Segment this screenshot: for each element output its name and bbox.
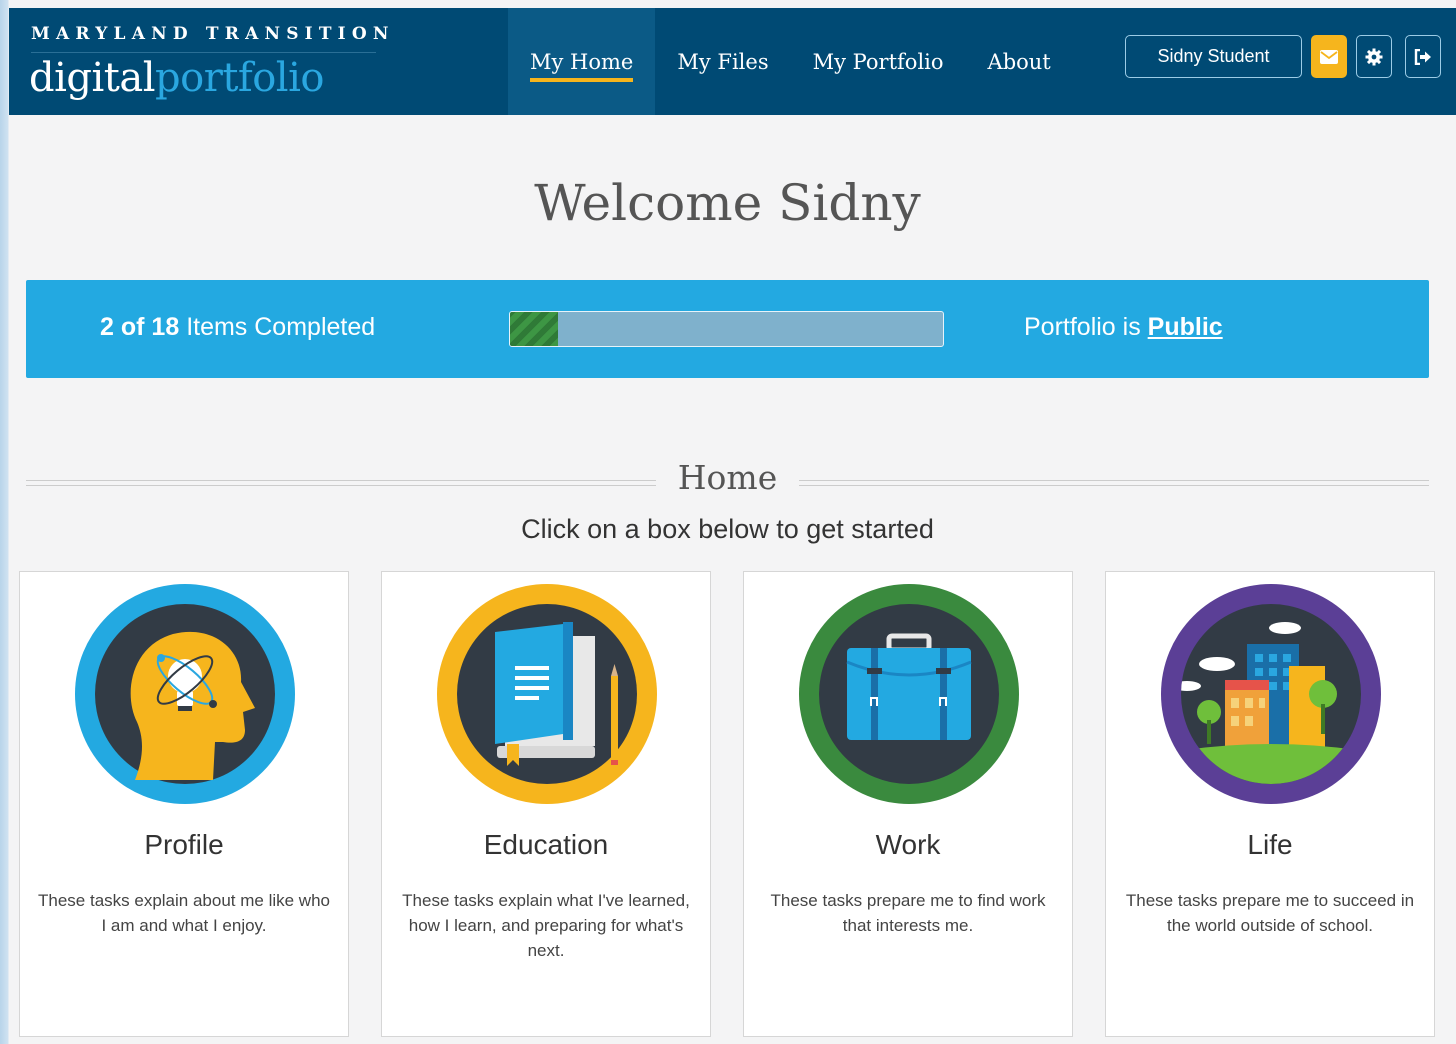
brand-logo-part2: portfolio [155, 55, 324, 101]
logout-button[interactable] [1405, 35, 1441, 78]
brand-logo[interactable]: digitalportfolio [29, 54, 324, 102]
card-description: These tasks explain about me like who I … [38, 891, 330, 935]
card-title: Education [483, 829, 609, 860]
sign-out-icon [1414, 48, 1431, 65]
section-title: Home [677, 458, 778, 497]
page-title: Welcome Sidny [534, 174, 921, 232]
card-title: Work [875, 829, 941, 860]
gear-icon [1365, 48, 1383, 65]
portfolio-visibility: Portfolio is Public [1024, 313, 1223, 342]
card-description: These tasks explain what I've learned, h… [402, 891, 690, 960]
progress-bar-fill [510, 312, 559, 346]
card-title: Profile [144, 829, 224, 860]
card-profile[interactable]: Profile These tasks explain about me lik… [19, 571, 349, 1037]
brand-logo-part1: digital [29, 55, 156, 101]
head-lightbulb-icon [75, 584, 295, 804]
messages-button[interactable] [1311, 35, 1347, 78]
settings-button[interactable] [1356, 35, 1392, 78]
nav-my-portfolio[interactable]: My Portfolio [791, 8, 966, 115]
card-work[interactable]: Work These tasks prepare me to find work… [743, 571, 1073, 1037]
items-completed-label: Items Completed [186, 313, 376, 341]
card-title: Life [1247, 829, 1293, 860]
items-completed-text: 2 of 18 Items Completed [100, 313, 375, 342]
brand-tagline: MARYLAND TRANSITION [31, 24, 395, 44]
city-icon [1161, 584, 1381, 804]
nav-my-home[interactable]: My Home [508, 8, 656, 115]
briefcase-icon [799, 584, 1019, 804]
progress-bar [509, 311, 944, 347]
card-description: These tasks prepare me to find work that… [770, 891, 1046, 935]
progress-panel: 2 of 18 Items Completed Portfolio is Pub… [26, 280, 1429, 378]
navbar: MARYLAND TRANSITION digitalportfolio My … [9, 8, 1456, 115]
envelope-icon [1320, 49, 1338, 64]
nav-about[interactable]: About [966, 8, 1073, 115]
section-header: Home [26, 458, 1429, 502]
main-nav: My Home My Files My Portfolio About [508, 8, 1073, 115]
of-word: of [120, 313, 145, 341]
total-count: 18 [151, 313, 180, 341]
book-pencil-icon [437, 584, 657, 804]
user-account-button[interactable]: Sidny Student [1125, 35, 1302, 78]
app: MARYLAND TRANSITION digitalportfolio My … [9, 8, 1456, 1044]
brand-divider [31, 52, 376, 53]
completed-count: 2 [100, 313, 114, 341]
nav-my-files[interactable]: My Files [655, 8, 790, 115]
section-subtitle: Click on a box below to get started [521, 514, 934, 544]
card-description: These tasks prepare me to succeed in the… [1125, 891, 1415, 935]
visibility-prefix: Portfolio is [1024, 313, 1141, 341]
card-life[interactable]: Life These tasks prepare me to succeed i… [1105, 571, 1435, 1037]
visibility-link[interactable]: Public [1148, 313, 1223, 341]
card-education[interactable]: Education These tasks explain what I've … [381, 571, 711, 1037]
